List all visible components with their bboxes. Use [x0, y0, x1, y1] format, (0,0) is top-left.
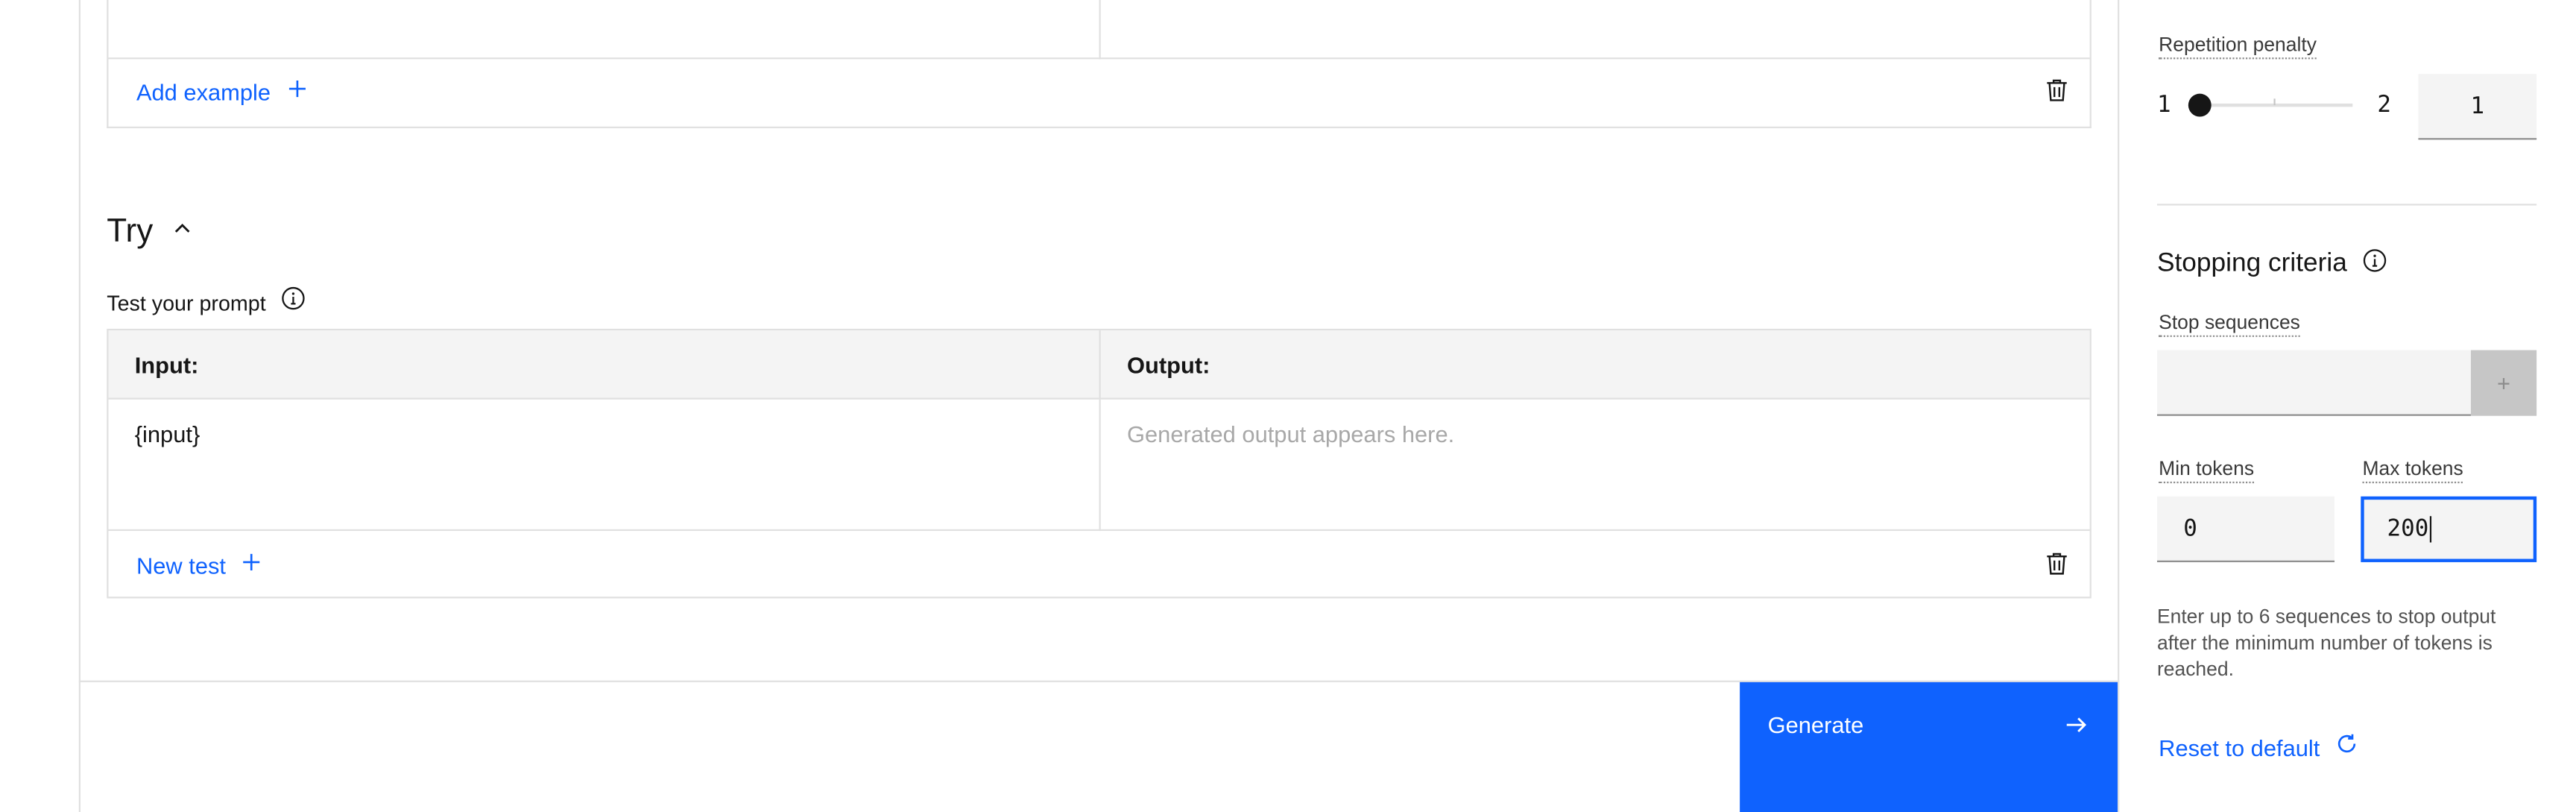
repetition-penalty-slider[interactable]: [2188, 90, 2353, 120]
max-tokens-label: Max tokens: [2362, 457, 2463, 484]
repetition-penalty-value: 1: [2470, 92, 2485, 119]
app-stage: Add example Try Test your prompt Input: …: [0, 0, 2576, 812]
repetition-penalty-input[interactable]: 1: [2418, 74, 2537, 140]
examples-column-divider: [1099, 0, 1101, 60]
arrow-right-icon: [2063, 712, 2089, 743]
delete-test-button[interactable]: [2044, 551, 2070, 577]
slider-thumb[interactable]: [2188, 93, 2212, 117]
trash-icon: [2047, 79, 2067, 101]
text-cursor: [2430, 516, 2432, 543]
slider-tick: [2273, 98, 2276, 106]
add-stop-sequence-button[interactable]: +: [2470, 350, 2537, 416]
generate-button[interactable]: Generate: [1740, 682, 2118, 812]
try-table-header: Input: Output:: [108, 330, 2090, 400]
new-test-label: New test: [136, 552, 226, 579]
row-column-divider: [1099, 399, 1101, 532]
min-tokens-input[interactable]: 0: [2156, 496, 2335, 562]
plus-icon: [242, 551, 262, 581]
plus-icon: [287, 78, 306, 107]
max-tokens-value: 200: [2387, 516, 2429, 543]
stopping-criteria-title: Stopping criteria: [2156, 250, 2347, 278]
right-panel-border: [2118, 0, 2120, 812]
output-column-header: Output:: [1127, 351, 1210, 379]
add-example-button[interactable]: Add example: [136, 75, 307, 108]
plus-icon: +: [2497, 370, 2511, 397]
chevron-up-icon: [173, 217, 192, 247]
test-prompt-label-row: Test your prompt: [107, 286, 306, 319]
stopping-criteria-helper-text: Enter up to 6 sequences to stop output a…: [2156, 605, 2496, 681]
min-tokens-value: 0: [2183, 515, 2197, 542]
test-prompt-label: Test your prompt: [107, 290, 266, 315]
stopping-criteria-header: Stopping criteria: [2157, 248, 2387, 281]
left-panel-border: [78, 0, 81, 812]
max-tokens-input[interactable]: 200: [2361, 496, 2537, 562]
slider-min-label: 1: [2156, 92, 2171, 119]
slider-max-label: 2: [2377, 92, 2391, 119]
delete-example-button[interactable]: [2044, 78, 2070, 104]
panel-section-divider: [2156, 204, 2537, 206]
try-table: Input: Output: {input} Generated output …: [107, 328, 2092, 599]
reset-label: Reset to default: [2159, 734, 2320, 761]
min-tokens-label: Min tokens: [2159, 457, 2255, 484]
slider-track: [2188, 103, 2353, 107]
examples-row-partial: [108, 0, 2090, 60]
trash-icon: [2047, 553, 2067, 575]
examples-card: Add example: [107, 0, 2092, 128]
add-example-label: Add example: [136, 78, 271, 106]
try-section-title: Try: [107, 213, 154, 249]
reset-icon: [2334, 731, 2359, 764]
info-icon[interactable]: [281, 286, 306, 319]
stop-sequences-input[interactable]: [2156, 350, 2471, 416]
reset-to-default-button[interactable]: Reset to default: [2159, 731, 2359, 764]
repetition-penalty-label: Repetition penalty: [2159, 33, 2317, 60]
output-cell: Generated output appears here.: [1127, 421, 1455, 447]
generate-label: Generate: [1767, 711, 1864, 738]
table-row: {input} Generated output appears here.: [108, 399, 2090, 532]
try-section-header[interactable]: Try: [107, 210, 192, 253]
input-cell[interactable]: {input}: [135, 421, 1071, 447]
header-column-divider: [1099, 330, 1101, 400]
stop-sequences-label: Stop sequences: [2159, 311, 2300, 337]
new-test-button[interactable]: New test: [136, 549, 262, 582]
info-icon[interactable]: [2362, 248, 2387, 281]
input-column-header: Input:: [134, 351, 199, 379]
